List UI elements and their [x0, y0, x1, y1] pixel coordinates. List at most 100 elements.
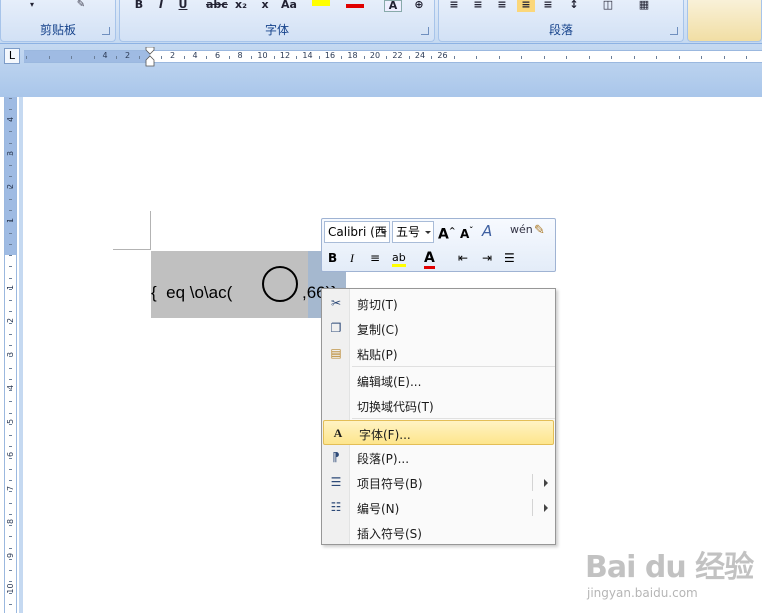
- align-center-icon[interactable]: ≡: [469, 0, 487, 12]
- font-size-select[interactable]: 五号: [392, 221, 434, 243]
- bold-icon[interactable]: B: [328, 248, 342, 270]
- indent-marker-icon[interactable]: [145, 47, 155, 67]
- ruler-tick: [9, 131, 12, 133]
- menu-item-copy[interactable]: ❐ 复制(C): [322, 316, 555, 341]
- ruler-tick: [9, 176, 12, 178]
- center-align-icon[interactable]: ≡: [370, 248, 386, 270]
- justify-icon[interactable]: ≡: [517, 0, 535, 12]
- strikethrough-icon[interactable]: abc: [206, 0, 228, 12]
- menu-item-paragraph[interactable]: ⁋ 段落(P)...: [322, 445, 555, 470]
- ruler-tick: [9, 367, 12, 369]
- menu-item-bullets[interactable]: ☰ 项目符号(B): [322, 470, 555, 495]
- ruler-tick: [251, 56, 253, 59]
- menu-item-label: 编辑域(E)...: [357, 375, 422, 389]
- ruler-tick: [611, 56, 613, 59]
- align-right-icon[interactable]: ≡: [493, 0, 511, 12]
- menu-item-insert-symbol[interactable]: 插入符号(S): [322, 520, 555, 545]
- ruler-tick: [9, 210, 12, 211]
- menu-item-label: 字体(F)...: [359, 428, 411, 442]
- phonetic-guide-icon[interactable]: wén: [510, 220, 533, 242]
- paste-dropdown-icon[interactable]: ▾: [23, 0, 41, 12]
- grow-font-icon[interactable]: A^: [438, 221, 456, 243]
- menu-item-label: 段落(P)...: [357, 452, 410, 466]
- dialog-launcher-icon[interactable]: [421, 27, 429, 35]
- subscript-icon[interactable]: x₂: [232, 0, 250, 12]
- highlight-color-icon[interactable]: [312, 0, 330, 6]
- ruler-tick: [363, 56, 365, 59]
- increase-indent-icon[interactable]: ⇥: [482, 248, 498, 270]
- numbering-icon: ☷: [330, 500, 342, 514]
- menu-item-label: 粘贴(P): [357, 348, 398, 362]
- highlight-color-icon[interactable]: ab: [392, 248, 414, 270]
- character-border-icon[interactable]: A: [384, 0, 402, 12]
- menu-item-numbering[interactable]: ☷ 编号(N): [322, 495, 555, 520]
- ruler-tick: [9, 232, 12, 234]
- dialog-launcher-icon[interactable]: [102, 27, 110, 35]
- italic-icon[interactable]: I: [152, 0, 170, 12]
- ruler-number: 8: [6, 518, 15, 525]
- dialog-launcher-icon[interactable]: [670, 27, 678, 35]
- styles-icon[interactable]: A: [482, 221, 504, 243]
- underline-icon[interactable]: U: [174, 0, 192, 12]
- change-case-icon[interactable]: Aa: [280, 0, 298, 12]
- ruler-tick: [521, 56, 523, 59]
- distribute-icon[interactable]: ≡: [539, 0, 557, 12]
- font-color-icon[interactable]: [346, 4, 364, 8]
- ruler-tick: [206, 56, 208, 59]
- chevron-down-icon: [381, 231, 387, 234]
- field-code-text[interactable]: { eq \o\ac(: [151, 283, 232, 303]
- tab-selector-button[interactable]: L: [4, 48, 20, 64]
- menu-item-cut[interactable]: ✂ 剪切(T): [322, 291, 555, 316]
- vertical-ruler[interactable]: 4 3 2 1 1 2 3 4 5 6 7 8 9 10: [4, 97, 17, 613]
- ruler-tick: [93, 56, 95, 59]
- bold-icon[interactable]: B: [130, 0, 148, 12]
- ruler-tick: [476, 56, 478, 59]
- ruler-tick: [9, 446, 12, 448]
- ruler-number: 4: [6, 384, 15, 391]
- ruler-tick: [273, 56, 275, 59]
- menu-item-edit-field[interactable]: 编辑域(E)...: [322, 368, 555, 393]
- ruler-tick: [9, 570, 12, 571]
- format-painter-icon[interactable]: ✎: [56, 0, 106, 12]
- shrink-font-icon[interactable]: Aˇ: [460, 221, 478, 243]
- ruler-tick: [9, 300, 12, 301]
- borders-icon[interactable]: ▦: [635, 0, 653, 12]
- ruler-tick: [48, 56, 50, 59]
- format-painter-icon[interactable]: ✎: [534, 221, 552, 243]
- shading-icon[interactable]: ◫: [599, 0, 617, 12]
- line-spacing-icon[interactable]: ↕: [565, 0, 583, 12]
- ruler-number: 4: [192, 51, 198, 60]
- ruler-tick: [9, 536, 12, 538]
- ruler-tick: [543, 56, 545, 59]
- align-left-icon[interactable]: ≡: [445, 0, 463, 12]
- ruler-number: 10: [257, 51, 268, 60]
- ruler-number: 4: [102, 51, 108, 60]
- superscript-icon[interactable]: x: [256, 0, 274, 12]
- menu-item-paste[interactable]: ▤ 粘贴(P): [322, 341, 555, 366]
- font-name-select[interactable]: Calibri (西: [324, 221, 390, 243]
- italic-icon[interactable]: I: [350, 248, 364, 270]
- ruler-number: 18: [347, 51, 358, 60]
- chevron-right-icon[interactable]: [544, 504, 548, 512]
- font-color-icon[interactable]: A: [424, 248, 446, 270]
- ruler-tick: [9, 435, 12, 436]
- ruler-tick: [498, 56, 500, 59]
- bullets-icon[interactable]: ☰: [504, 248, 526, 270]
- ribbon: ▾ ✎ 剪贴板 B I U abc x₂ x Aa A ⊕ 字体 ≡ ≡ ≡ ≡…: [0, 0, 762, 44]
- ruler-area: L 4 2 2 4 6 8 10 12 14 16 18 20 22 24 26: [0, 44, 762, 97]
- horizontal-ruler[interactable]: 4 2 2 4 6 8 10 12 14 16 18 20 22 24 26: [24, 50, 762, 63]
- ruler-tick: [588, 56, 590, 59]
- ribbon-group-label: 字体: [264, 23, 289, 37]
- menu-item-toggle-field-codes[interactable]: 切换域代码(T): [322, 393, 555, 418]
- ruler-number: 7: [6, 485, 15, 491]
- menu-item-font[interactable]: A 字体(F)...: [323, 420, 554, 445]
- ruler-number: 3: [6, 351, 15, 357]
- ruler-tick: [431, 56, 433, 59]
- enclose-character-icon[interactable]: ⊕: [410, 0, 428, 12]
- font-icon: A: [333, 426, 343, 440]
- paste-icon: ▤: [330, 346, 342, 360]
- chevron-right-icon[interactable]: [544, 479, 548, 487]
- ruler-tick: [296, 56, 298, 59]
- decrease-indent-icon[interactable]: ⇤: [458, 248, 474, 270]
- paragraph-icon: ⁋: [332, 450, 340, 464]
